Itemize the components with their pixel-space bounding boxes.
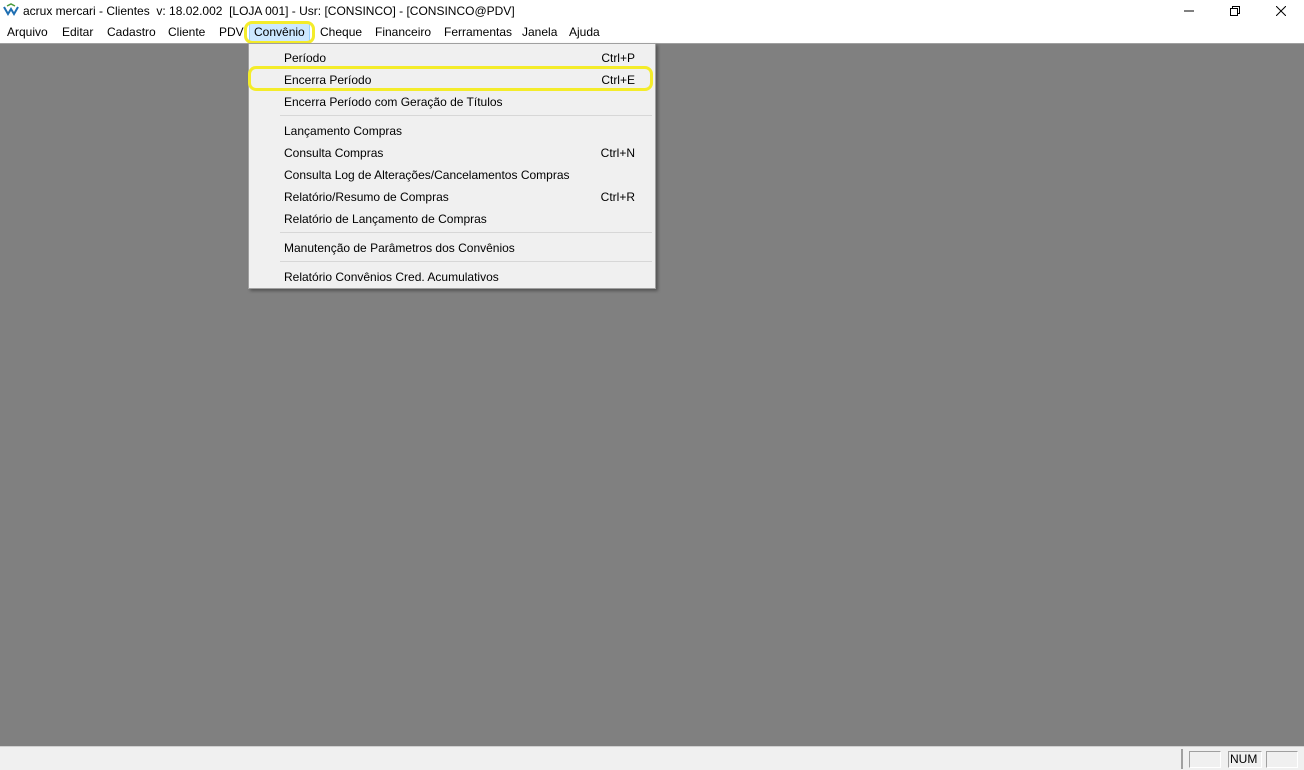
minimize-icon bbox=[1184, 10, 1194, 12]
menu-item-label: Relatório de Lançamento de Compras bbox=[284, 212, 487, 226]
menu-item-lancamento-compras[interactable]: Lançamento Compras bbox=[251, 119, 653, 141]
menu-item-label: Período bbox=[284, 51, 327, 65]
status-bar: NUM bbox=[0, 746, 1304, 770]
menu-item-consulta-log[interactable]: Consulta Log de Alterações/Cancelamentos… bbox=[251, 163, 653, 185]
menu-item-label: Relatório/Resumo de Compras bbox=[284, 190, 449, 204]
status-divider bbox=[1181, 749, 1183, 769]
menu-item-encerra-periodo-titulos[interactable]: Encerra Período com Geração de Títulos bbox=[251, 90, 653, 112]
menu-item-label: Relatório Convênios Cred. Acumulativos bbox=[284, 270, 499, 284]
status-panel-empty bbox=[1189, 751, 1221, 768]
menu-item-relatorio-resumo[interactable]: Relatório/Resumo de Compras Ctrl+R bbox=[251, 185, 653, 207]
menu-janela[interactable]: Janela bbox=[522, 24, 557, 41]
menu-item-label: Consulta Compras bbox=[284, 146, 384, 160]
status-num-indicator: NUM bbox=[1228, 751, 1262, 768]
menu-item-label: Lançamento Compras bbox=[284, 124, 403, 138]
menu-item-shortcut: Ctrl+P bbox=[601, 51, 635, 65]
title-bar: acrux mercari - Clientes v: 18.02.002 [L… bbox=[0, 0, 1304, 22]
menu-item-label: Manutenção de Parâmetros dos Convênios bbox=[284, 241, 515, 255]
menu-item-label: Consulta Log de Alterações/Cancelamentos… bbox=[284, 168, 570, 182]
menu-separator bbox=[280, 232, 652, 233]
menu-item-shortcut: Ctrl+N bbox=[600, 146, 635, 160]
menu-ferramentas[interactable]: Ferramentas bbox=[444, 24, 512, 41]
app-logo-icon bbox=[3, 3, 19, 16]
menu-item-periodo[interactable]: Período Ctrl+P bbox=[251, 46, 653, 68]
minimize-button[interactable] bbox=[1166, 0, 1212, 22]
convenio-dropdown-menu: Período Ctrl+P Encerra Período Ctrl+E En… bbox=[248, 43, 656, 289]
restore-button[interactable] bbox=[1212, 0, 1258, 22]
menu-item-label: Encerra Período com Geração de Títulos bbox=[284, 95, 503, 109]
menu-ajuda[interactable]: Ajuda bbox=[569, 24, 600, 41]
menu-cliente[interactable]: Cliente bbox=[168, 24, 205, 41]
menu-arquivo[interactable]: Arquivo bbox=[7, 24, 48, 41]
menu-item-consulta-compras[interactable]: Consulta Compras Ctrl+N bbox=[251, 141, 653, 163]
status-panel-empty bbox=[1266, 751, 1298, 768]
menu-item-manutencao-parametros[interactable]: Manutenção de Parâmetros dos Convênios bbox=[251, 236, 653, 258]
menu-item-relatorio-convenios-cred[interactable]: Relatório Convênios Cred. Acumulativos bbox=[251, 265, 653, 287]
menu-item-shortcut: Ctrl+R bbox=[600, 190, 635, 204]
menu-cadastro[interactable]: Cadastro bbox=[107, 24, 156, 41]
menu-item-encerra-periodo[interactable]: Encerra Período Ctrl+E bbox=[251, 68, 653, 90]
restore-icon bbox=[1230, 6, 1240, 16]
menu-item-shortcut: Ctrl+E bbox=[601, 73, 635, 87]
menu-item-label: Encerra Período bbox=[284, 73, 372, 87]
menu-pdv[interactable]: PDV bbox=[219, 24, 244, 41]
close-icon bbox=[1276, 6, 1286, 16]
menu-separator bbox=[280, 261, 652, 262]
close-button[interactable] bbox=[1258, 0, 1304, 22]
menu-convenio[interactable]: Convênio bbox=[249, 23, 310, 42]
menu-separator bbox=[280, 115, 652, 116]
menu-bar: Arquivo Editar Cadastro Cliente PDV Conv… bbox=[0, 22, 1304, 43]
menu-editar[interactable]: Editar bbox=[62, 24, 93, 41]
menu-cheque[interactable]: Cheque bbox=[320, 24, 362, 41]
window-title: acrux mercari - Clientes v: 18.02.002 [L… bbox=[23, 4, 515, 18]
menu-financeiro[interactable]: Financeiro bbox=[375, 24, 431, 41]
menu-item-relatorio-lancamento[interactable]: Relatório de Lançamento de Compras bbox=[251, 207, 653, 229]
